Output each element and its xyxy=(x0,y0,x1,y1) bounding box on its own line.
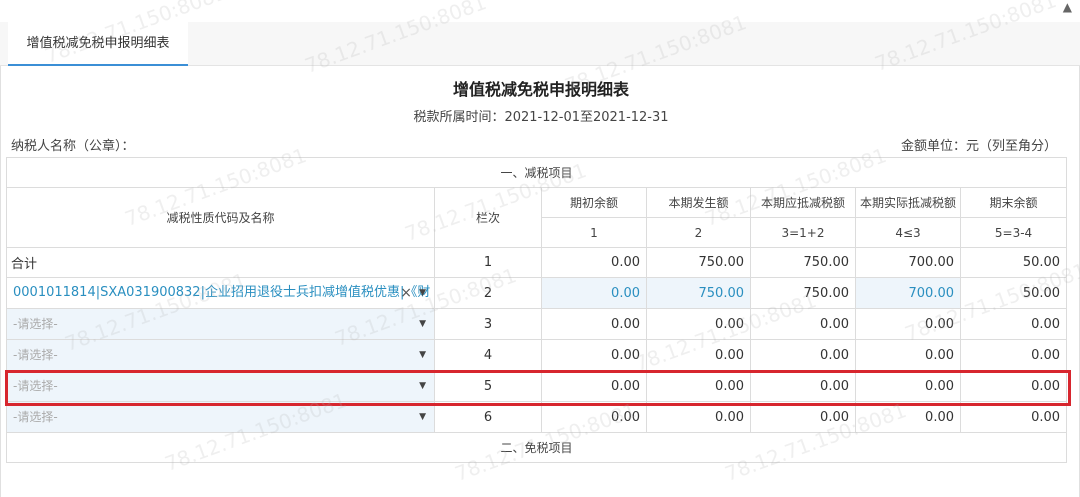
cell-closing: 0.00 xyxy=(959,339,1068,371)
report-panel: 增值税减免税申报明细表 税款所属时间：2021-12-01至2021-12-31… xyxy=(0,66,1080,497)
col-number: 3=1+2 xyxy=(750,217,856,248)
tab-bar: 增值税减免税申报明细表 xyxy=(0,22,1080,66)
table-row: -请选择- ▼ 5 0.00 0.00 0.00 0.00 0.00 xyxy=(6,370,1068,402)
select-placeholder: -请选择- xyxy=(13,317,58,331)
cell-opening[interactable]: 0.00 xyxy=(541,401,647,433)
col-header-opening: 期初余额 xyxy=(541,187,647,218)
chevron-down-icon[interactable]: ▼ xyxy=(419,372,426,401)
cell-opening: 0.00 xyxy=(541,247,647,278)
input-current[interactable]: 750.00 xyxy=(646,277,751,309)
cell-actual[interactable]: 0.00 xyxy=(855,370,961,402)
select-text: 0001011814|SXA031900832|企业招用退役士兵扣减增值税优惠|… xyxy=(13,285,431,300)
chevron-down-icon[interactable]: ▼ xyxy=(419,310,426,339)
col-header-current: 本期发生额 xyxy=(646,187,751,218)
reduction-code-select[interactable]: -请选择- ▼ xyxy=(6,308,435,340)
cell-closing: 50.00 xyxy=(959,277,1068,309)
cell-actual: 700.00 xyxy=(855,247,961,278)
select-placeholder: -请选择- xyxy=(13,379,58,393)
table-row-total: 合计 1 0.00 750.00 750.00 700.00 50.00 xyxy=(6,247,1068,278)
table-row: 0001011814|SXA031900832|企业招用退役士兵扣减增值税优惠|… xyxy=(6,277,1068,309)
cell-deductible: 750.00 xyxy=(750,277,856,309)
input-opening[interactable]: 0.00 xyxy=(541,277,647,309)
cell-current: 750.00 xyxy=(646,247,751,278)
taxpayer-name-label: 纳税人名称（公章）： xyxy=(11,139,135,154)
tab-vat-reduction-detail[interactable]: 增值税减免税申报明细表 xyxy=(8,22,188,66)
reduction-code-select[interactable]: -请选择- ▼ xyxy=(6,370,435,402)
reduction-code-select-value[interactable]: -请选择- ▼ xyxy=(7,340,434,370)
col-header-closing: 期末余额 xyxy=(959,187,1068,218)
col-header-name: 减税性质代码及名称 xyxy=(6,187,435,248)
chevron-down-icon[interactable]: ▼ xyxy=(419,403,426,432)
row-number: 4 xyxy=(434,339,542,371)
cell-opening[interactable]: 0.00 xyxy=(541,308,647,340)
chevron-down-icon[interactable]: ▼ xyxy=(419,279,426,308)
tax-period: 税款所属时间：2021-12-01至2021-12-31 xyxy=(413,110,669,125)
col-number: 4≤3 xyxy=(855,217,961,248)
select-placeholder: -请选择- xyxy=(13,410,58,424)
cell-closing: 0.00 xyxy=(959,370,1068,402)
reduction-code-select-value[interactable]: -请选择- ▼ xyxy=(7,402,434,432)
cell-actual[interactable]: 0.00 xyxy=(855,339,961,371)
reduction-table: 一、减税项目 减税性质代码及名称 栏次 期初余额 本期发生额 本期应抵减税额 本… xyxy=(5,157,1068,463)
select-placeholder: -请选择- xyxy=(13,348,58,362)
top-bar: ▲ xyxy=(0,0,1080,22)
cell-closing: 50.00 xyxy=(959,247,1068,278)
cell-actual[interactable]: 0.00 xyxy=(855,401,961,433)
clear-icon[interactable]: × xyxy=(400,279,412,308)
chevron-down-icon[interactable]: ▼ xyxy=(419,341,426,370)
cell-current[interactable]: 0.00 xyxy=(646,339,751,371)
row-name: 合计 xyxy=(6,247,435,278)
col-header-actual: 本期实际抵减税额 xyxy=(855,187,961,218)
cell-current[interactable]: 0.00 xyxy=(646,401,751,433)
cell-deductible: 0.00 xyxy=(750,339,856,371)
reduction-code-select[interactable]: 0001011814|SXA031900832|企业招用退役士兵扣减增值税优惠|… xyxy=(6,277,435,309)
col-header-deductible: 本期应抵减税额 xyxy=(750,187,856,218)
cell-deductible: 0.00 xyxy=(750,370,856,402)
row-number: 2 xyxy=(434,277,542,309)
reduction-code-select[interactable]: -请选择- ▼ xyxy=(6,401,435,433)
amount-unit-label: 金额单位：元（列至角分） xyxy=(900,139,1057,154)
row-number: 3 xyxy=(434,308,542,340)
reduction-code-select-value[interactable]: -请选择- ▼ xyxy=(7,371,434,401)
section-reduction-title: 一、减税项目 xyxy=(5,157,1068,188)
collapse-icon[interactable]: ▲ xyxy=(1063,0,1072,14)
reduction-code-select-value[interactable]: 0001011814|SXA031900832|企业招用退役士兵扣减增值税优惠|… xyxy=(7,278,434,308)
row-number: 1 xyxy=(434,247,542,278)
col-number: 5=3-4 xyxy=(959,217,1068,248)
cell-deductible: 0.00 xyxy=(750,401,856,433)
page-title: 增值税减免税申报明细表 xyxy=(452,80,629,99)
table-row: -请选择- ▼ 3 0.00 0.00 0.00 0.00 0.00 xyxy=(6,308,1068,340)
cell-current[interactable]: 0.00 xyxy=(646,308,751,340)
reduction-code-select[interactable]: -请选择- ▼ xyxy=(6,339,435,371)
col-number: 2 xyxy=(646,217,751,248)
cell-deductible: 750.00 xyxy=(750,247,856,278)
cell-deductible: 0.00 xyxy=(750,308,856,340)
cell-opening[interactable]: 0.00 xyxy=(541,370,647,402)
cell-current[interactable]: 0.00 xyxy=(646,370,751,402)
row-number: 6 xyxy=(434,401,542,433)
cell-opening[interactable]: 0.00 xyxy=(541,339,647,371)
input-actual[interactable]: 700.00 xyxy=(855,277,961,309)
section-exemption-title: 二、免税项目 xyxy=(5,432,1068,463)
table-row: -请选择- ▼ 4 0.00 0.00 0.00 0.00 0.00 xyxy=(6,339,1068,371)
col-header-row-no: 栏次 xyxy=(434,187,542,248)
col-number: 1 xyxy=(541,217,647,248)
table-row: -请选择- ▼ 6 0.00 0.00 0.00 0.00 0.00 xyxy=(6,401,1068,433)
cell-actual[interactable]: 0.00 xyxy=(855,308,961,340)
cell-closing: 0.00 xyxy=(959,308,1068,340)
row-number: 5 xyxy=(434,370,542,402)
reduction-code-select-value[interactable]: -请选择- ▼ xyxy=(7,309,434,339)
cell-closing: 0.00 xyxy=(959,401,1068,433)
